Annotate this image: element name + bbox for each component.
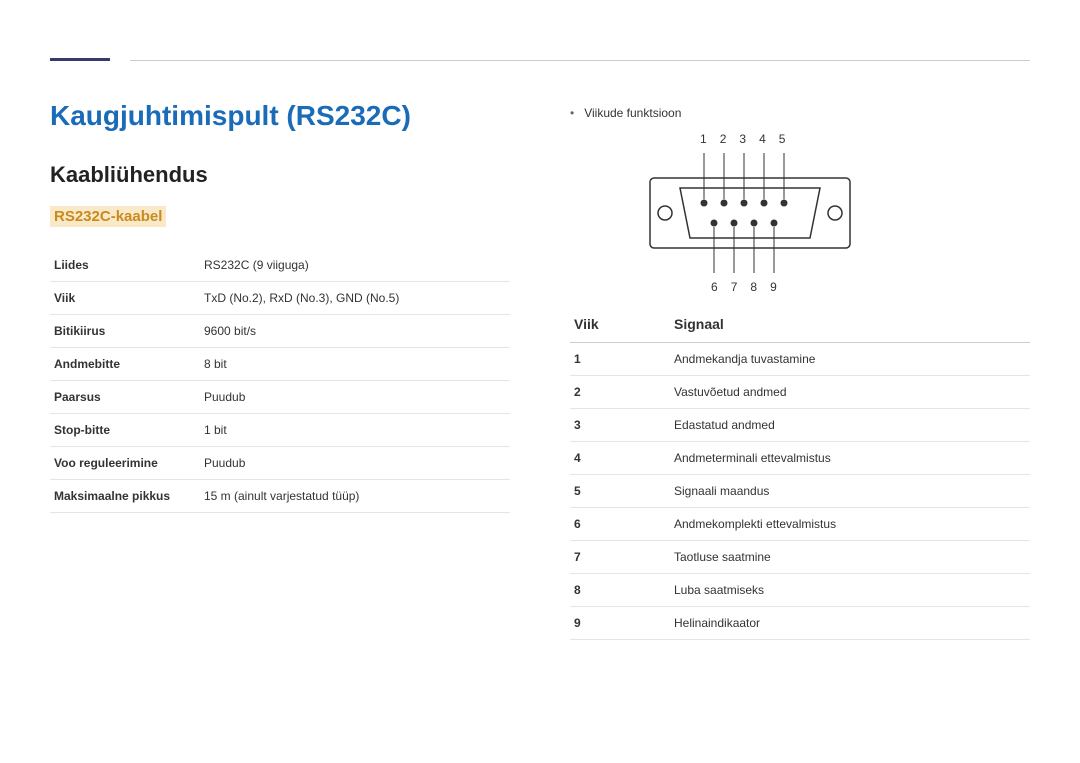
pin-num: 3 [739, 132, 746, 146]
signal-pin: 2 [570, 376, 670, 409]
spec-value: 8 bit [200, 348, 510, 381]
page-title: Kaugjuhtimispult (RS232C) [50, 100, 510, 132]
table-row: Bitikiirus9600 bit/s [50, 315, 510, 348]
signal-name: Signaali maandus [670, 475, 1030, 508]
table-row: 6Andmekomplekti ettevalmistus [570, 508, 1030, 541]
spec-label: Maksimaalne pikkus [50, 480, 200, 513]
signal-pin: 9 [570, 607, 670, 640]
cable-heading: RS232C-kaabel [50, 206, 166, 227]
db9-connector-icon [630, 138, 870, 288]
pin-num: 2 [720, 132, 727, 146]
signal-pin: 1 [570, 343, 670, 376]
spec-label: Bitikiirus [50, 315, 200, 348]
spec-table: LiidesRS232C (9 viiguga) ViikTxD (No.2),… [50, 249, 510, 513]
spec-label: Liides [50, 249, 200, 282]
table-row: 5Signaali maandus [570, 475, 1030, 508]
right-column: Viikude funktsioon 1 2 3 4 5 [570, 100, 1030, 640]
signal-pin: 4 [570, 442, 670, 475]
pin-num: 1 [700, 132, 707, 146]
signal-name: Andmekandja tuvastamine [670, 343, 1030, 376]
signal-name: Luba saatmiseks [670, 574, 1030, 607]
table-row: Andmebitte8 bit [50, 348, 510, 381]
table-row: 1Andmekandja tuvastamine [570, 343, 1030, 376]
signal-name: Vastuvõetud andmed [670, 376, 1030, 409]
table-row: PaarsusPuudub [50, 381, 510, 414]
pin-numbers-bottom: 6 7 8 9 [711, 280, 777, 294]
spec-value: TxD (No.2), RxD (No.3), GND (No.5) [200, 282, 510, 315]
pin-num: 7 [731, 280, 738, 294]
signal-table: Viik Signaal 1Andmekandja tuvastamine 2V… [570, 308, 1030, 640]
table-row: Maksimaalne pikkus15 m (ainult varjestat… [50, 480, 510, 513]
signal-name: Helinaindikaator [670, 607, 1030, 640]
signal-name: Edastatud andmed [670, 409, 1030, 442]
table-row: 3Edastatud andmed [570, 409, 1030, 442]
pin-num: 5 [779, 132, 786, 146]
pin-numbers-top: 1 2 3 4 5 [700, 132, 785, 146]
section-subtitle: Kaabliühendus [50, 162, 510, 188]
pin-function-label: Viikude funktsioon [570, 106, 1030, 120]
spec-label: Viik [50, 282, 200, 315]
table-row: Voo reguleeriminePuudub [50, 447, 510, 480]
spec-label: Stop-bitte [50, 414, 200, 447]
table-row: 9Helinaindikaator [570, 607, 1030, 640]
spec-value: 9600 bit/s [200, 315, 510, 348]
top-divider [130, 60, 1030, 61]
pin-num: 8 [750, 280, 757, 294]
signal-header-sig: Signaal [670, 308, 1030, 343]
signal-pin: 6 [570, 508, 670, 541]
signal-pin: 7 [570, 541, 670, 574]
spec-value: RS232C (9 viiguga) [200, 249, 510, 282]
pin-num: 6 [711, 280, 718, 294]
table-row: ViikTxD (No.2), RxD (No.3), GND (No.5) [50, 282, 510, 315]
signal-name: Andmeterminali ettevalmistus [670, 442, 1030, 475]
signal-pin: 8 [570, 574, 670, 607]
spec-value: 1 bit [200, 414, 510, 447]
signal-name: Taotluse saatmine [670, 541, 1030, 574]
spec-label: Andmebitte [50, 348, 200, 381]
table-row: LiidesRS232C (9 viiguga) [50, 249, 510, 282]
table-row: 2Vastuvõetud andmed [570, 376, 1030, 409]
table-row: 4Andmeterminali ettevalmistus [570, 442, 1030, 475]
signal-name: Andmekomplekti ettevalmistus [670, 508, 1030, 541]
spec-label: Paarsus [50, 381, 200, 414]
signal-pin: 5 [570, 475, 670, 508]
spec-value: Puudub [200, 447, 510, 480]
pin-num: 9 [770, 280, 777, 294]
table-row: 8Luba saatmiseks [570, 574, 1030, 607]
left-column: Kaugjuhtimispult (RS232C) Kaabliühendus … [50, 100, 510, 640]
pin-num: 4 [759, 132, 766, 146]
spec-label: Voo reguleerimine [50, 447, 200, 480]
table-row: Stop-bitte1 bit [50, 414, 510, 447]
table-row: 7Taotluse saatmine [570, 541, 1030, 574]
spec-value: Puudub [200, 381, 510, 414]
spec-value: 15 m (ainult varjestatud tüüp) [200, 480, 510, 513]
signal-pin: 3 [570, 409, 670, 442]
accent-bar [50, 58, 110, 61]
connector-diagram: 1 2 3 4 5 [630, 138, 870, 288]
signal-header-pin: Viik [570, 308, 670, 343]
